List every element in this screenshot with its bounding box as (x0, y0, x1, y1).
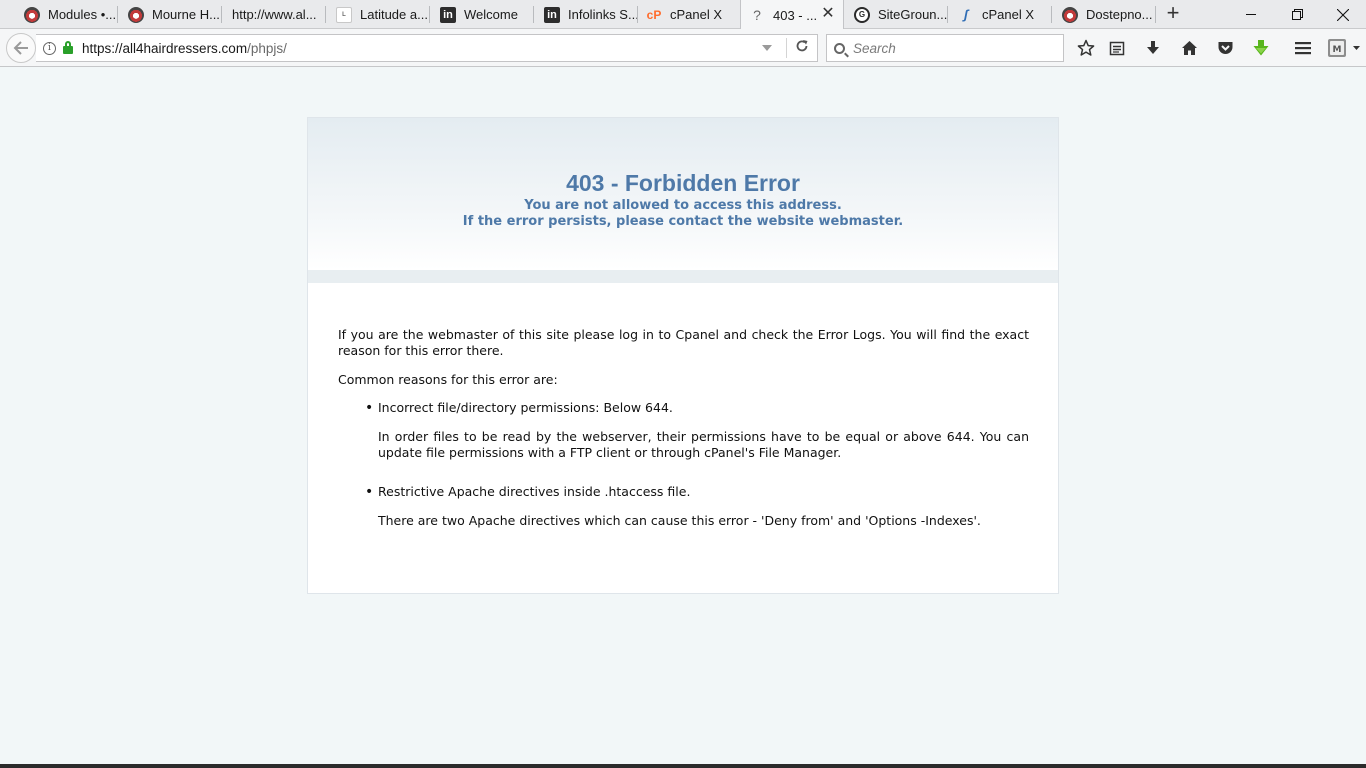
tab-label: Infolinks S... (568, 7, 638, 22)
tab-403-active[interactable]: ? 403 - ... ✕ (740, 0, 844, 30)
intro-paragraph: If you are the webmaster of this site pl… (338, 327, 1029, 358)
reason-detail: In order files to be read by the webserv… (378, 429, 1029, 460)
new-tab-plus-icon[interactable]: + (1162, 2, 1184, 25)
error-panel: 403 - Forbidden Error You are not allowe… (307, 117, 1059, 594)
joomla-icon (128, 6, 144, 23)
back-button[interactable] (6, 33, 36, 63)
tab-modules[interactable]: Modules •... (16, 0, 118, 29)
question-icon: ? (753, 7, 761, 23)
list-item: Incorrect file/directory permissions: Be… (365, 400, 1029, 461)
lock-icon[interactable] (63, 41, 73, 54)
url-text[interactable]: https://all4hairdressers.com/phpjs/ (82, 41, 762, 56)
bookmark-star-icon[interactable] (1075, 37, 1097, 59)
cpanel-icon: cP (646, 7, 662, 22)
tab-label: cPanel X (670, 7, 723, 22)
reading-list-icon[interactable] (1106, 37, 1128, 59)
tab-label: cPanel X (982, 7, 1035, 22)
reload-icon[interactable] (787, 39, 817, 57)
home-icon[interactable] (1178, 37, 1200, 59)
url-history-dropdown-icon[interactable] (762, 45, 772, 51)
pocket-icon[interactable] (1214, 37, 1236, 59)
back-arrow-icon (13, 41, 28, 55)
url-host: https://all4hairdressers.com (82, 40, 248, 56)
error-body: If you are the webmaster of this site pl… (338, 327, 1029, 544)
reasons-list: Incorrect file/directory permissions: Be… (365, 400, 1029, 529)
reason-title: Restrictive Apache directives inside .ht… (378, 484, 691, 499)
tab-http[interactable]: http://www.al... (224, 0, 326, 29)
tab-strip: Modules •... Mourne H... http://www.al..… (0, 0, 1366, 30)
tab-cpanel[interactable]: cP cPanel X (638, 0, 740, 29)
tab-label: Latitude a... (360, 7, 428, 22)
invision-icon: in (440, 6, 456, 23)
error-subtitle-2: If the error persists, please contact th… (462, 214, 904, 229)
joomla-icon (24, 6, 40, 23)
reason-detail: There are two Apache directives which ca… (378, 513, 981, 528)
page-title: 403 - Forbidden Error (566, 170, 800, 196)
tab-cpanel-2[interactable]: ʃ cPanel X (950, 0, 1052, 29)
tab-label: http://www.al... (232, 7, 317, 22)
url-path: /phpjs/ (247, 40, 287, 56)
reasons-heading: Common reasons for this error are: (338, 372, 558, 387)
taskbar-edge (0, 764, 1366, 768)
tab-label: Welcome (464, 7, 518, 22)
invision-icon: in (544, 6, 560, 23)
siteground-icon: G (854, 6, 870, 23)
tab-label: SiteGroun... (878, 7, 948, 22)
tab-label: Dostepno... (1086, 7, 1153, 22)
tab-infolinks[interactable]: in Infolinks S... (536, 0, 638, 29)
download-helper-icon[interactable] (1250, 37, 1272, 59)
cpanel-alt-icon: ʃ (963, 7, 969, 22)
tab-label: 403 - ... (773, 7, 818, 23)
close-tab-icon[interactable]: ✕ (819, 5, 837, 23)
svg-text:M: M (1333, 45, 1342, 55)
error-subtitle-1: You are not allowed to access this addre… (524, 198, 842, 213)
list-item: Restrictive Apache directives inside .ht… (365, 484, 1029, 529)
search-icon (834, 42, 845, 54)
navigation-toolbar: i https://all4hairdressers.com/phpjs/ Se… (0, 29, 1366, 67)
restore-icon[interactable] (1274, 0, 1320, 29)
address-bar[interactable]: i https://all4hairdressers.com/phpjs/ (36, 34, 818, 62)
joomla-icon (1062, 6, 1078, 23)
tab-dostepno[interactable]: Dostepno... (1054, 0, 1156, 29)
downloads-icon[interactable] (1142, 37, 1164, 59)
site-info-icon[interactable]: i (43, 41, 56, 55)
search-input[interactable]: Search (853, 41, 896, 56)
hamburger-menu-icon[interactable] (1292, 37, 1314, 59)
tab-welcome[interactable]: in Welcome (432, 0, 534, 29)
tab-label: Modules •... (48, 7, 117, 22)
tab-mourne[interactable]: Mourne H... (120, 0, 222, 29)
minimize-icon[interactable] (1228, 0, 1274, 29)
error-header: 403 - Forbidden Error You are not allowe… (308, 118, 1058, 270)
latitude-icon: L (336, 6, 352, 23)
tab-siteground[interactable]: G SiteGroun... (846, 0, 948, 29)
close-window-icon[interactable] (1320, 0, 1366, 29)
reason-title: Incorrect file/directory permissions: Be… (378, 400, 673, 415)
search-bar[interactable]: Search (826, 34, 1064, 62)
header-divider (308, 270, 1058, 283)
extension-menu-icon[interactable]: M (1325, 37, 1365, 59)
tab-label: Mourne H... (152, 7, 220, 22)
tab-latitude[interactable]: L Latitude a... (328, 0, 430, 29)
